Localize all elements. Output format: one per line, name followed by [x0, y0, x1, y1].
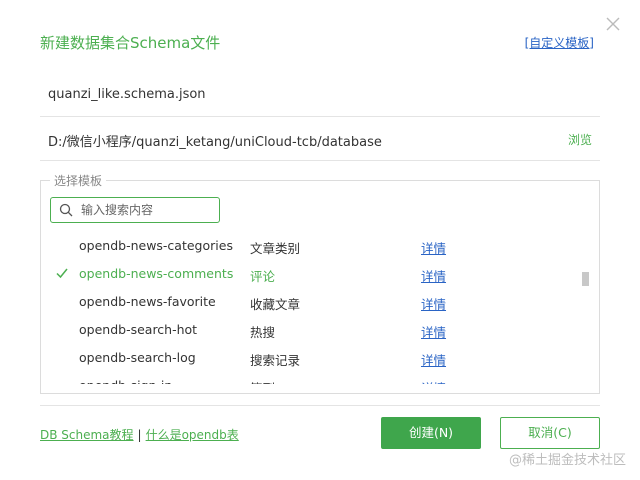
template-desc: 热搜 [250, 325, 276, 340]
watermark: @稀土掘金技术社区 [508, 453, 626, 468]
template-row[interactable]: opendb-sign-in 签到 详情 [41, 372, 589, 384]
template-desc: 评论 [250, 269, 276, 284]
template-legend: 选择模板 [50, 172, 107, 189]
dialog-title: 新建数据集合Schema文件 [40, 34, 221, 52]
template-name: opendb-search-hot [79, 322, 198, 337]
detail-link[interactable]: 详情 [421, 350, 446, 369]
detail-link[interactable]: 详情 [421, 294, 446, 313]
template-list: opendb-news-categories 文章类别 详情 opendb-ne… [41, 232, 589, 384]
close-icon[interactable] [604, 15, 622, 33]
template-desc: 文章类别 [250, 241, 301, 256]
custom-template-link[interactable]: [自定义模板] [525, 34, 594, 51]
template-desc: 搜索记录 [250, 353, 301, 368]
template-desc: 收藏文章 [250, 297, 301, 312]
path-field[interactable]: D:/微信小程序/quanzi_ketang/uniCloud-tcb/data… [40, 116, 600, 161]
template-row-selected[interactable]: opendb-news-comments 评论 详情 [41, 260, 589, 288]
template-name: opendb-news-favorite [79, 294, 216, 309]
detail-link[interactable]: 详情 [421, 322, 446, 341]
footer-divider [40, 405, 600, 406]
path-value[interactable]: D:/微信小程序/quanzi_ketang/uniCloud-tcb/data… [48, 131, 382, 150]
template-row[interactable]: opendb-news-favorite 收藏文章 详情 [41, 288, 589, 316]
db-schema-tutorial-link[interactable]: DB Schema教程 [40, 428, 134, 442]
browse-button[interactable]: 浏览 [568, 131, 592, 148]
template-name: opendb-news-categories [79, 238, 233, 253]
cancel-button[interactable]: 取消(C) [500, 417, 600, 449]
detail-link[interactable]: 详情 [421, 266, 446, 285]
checkmark-icon [56, 268, 68, 279]
template-name: opendb-news-comments [79, 266, 234, 281]
detail-link[interactable]: 详情 [421, 378, 446, 384]
list-scrollbar[interactable] [582, 272, 589, 286]
link-separator: | [137, 428, 142, 442]
new-schema-dialog: 新建数据集合Schema文件 [自定义模板] quanzi_like.schem… [0, 0, 640, 480]
filename-value[interactable]: quanzi_like.schema.json [48, 87, 206, 102]
search-input[interactable] [81, 201, 211, 219]
template-name: opendb-search-log [79, 350, 196, 365]
template-row[interactable]: opendb-news-categories 文章类别 详情 [41, 232, 589, 260]
template-name: opendb-sign-in [79, 378, 172, 384]
create-button[interactable]: 创建(N) [381, 417, 481, 449]
detail-link[interactable]: 详情 [421, 238, 446, 257]
template-row[interactable]: opendb-search-hot 热搜 详情 [41, 316, 589, 344]
template-desc: 签到 [250, 378, 275, 384]
search-icon [59, 203, 73, 217]
search-box[interactable] [50, 197, 220, 223]
filename-field[interactable]: quanzi_like.schema.json [40, 72, 600, 117]
template-row[interactable]: opendb-search-log 搜索记录 详情 [41, 344, 589, 372]
what-is-opendb-link[interactable]: 什么是opendb表 [146, 428, 239, 442]
footer-links: DB Schema教程 | 什么是opendb表 [40, 426, 239, 443]
